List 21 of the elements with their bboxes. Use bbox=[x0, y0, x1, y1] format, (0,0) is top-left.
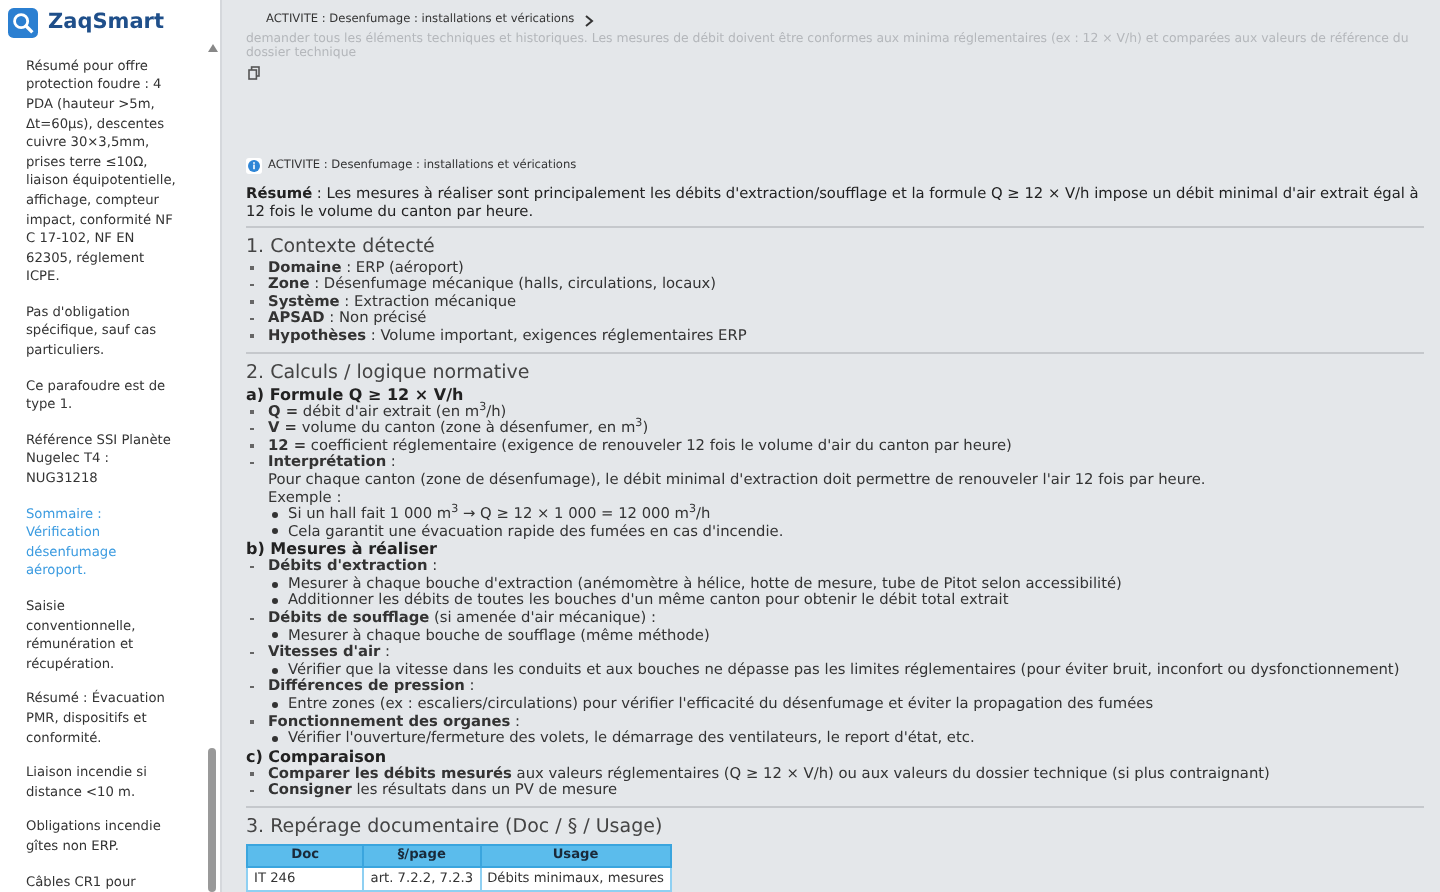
info-icon bbox=[246, 158, 262, 175]
scroll-up-icon bbox=[208, 44, 218, 52]
section-heading: 3. Repérage documentaire (Doc / § / Usage) bbox=[246, 816, 665, 840]
section-heading: 1. Contexte détecté bbox=[246, 235, 437, 260]
chevron-right-icon bbox=[584, 13, 595, 28]
bullet-icon bbox=[272, 701, 278, 708]
bullet-icon bbox=[272, 511, 278, 518]
bullet-icon bbox=[272, 598, 278, 605]
subheading: b) Mesures à réaliser bbox=[246, 540, 439, 559]
search-logo-icon bbox=[8, 8, 38, 39]
bullet-icon bbox=[272, 736, 278, 743]
bullet-icon bbox=[272, 581, 278, 588]
subheading: a) Formule Q ≥ 12 × V/h bbox=[246, 385, 466, 404]
app-name: ZaqSmart bbox=[48, 8, 165, 38]
section-heading: 2. Calculs / logique normative bbox=[246, 361, 532, 386]
subheading: c) Comparaison bbox=[246, 747, 389, 766]
bullet-icon bbox=[272, 632, 278, 639]
copy-icon[interactable] bbox=[248, 65, 260, 80]
bullet-icon bbox=[272, 528, 278, 535]
scrollbar-thumb[interactable] bbox=[208, 748, 216, 892]
bullet-icon bbox=[272, 667, 278, 674]
